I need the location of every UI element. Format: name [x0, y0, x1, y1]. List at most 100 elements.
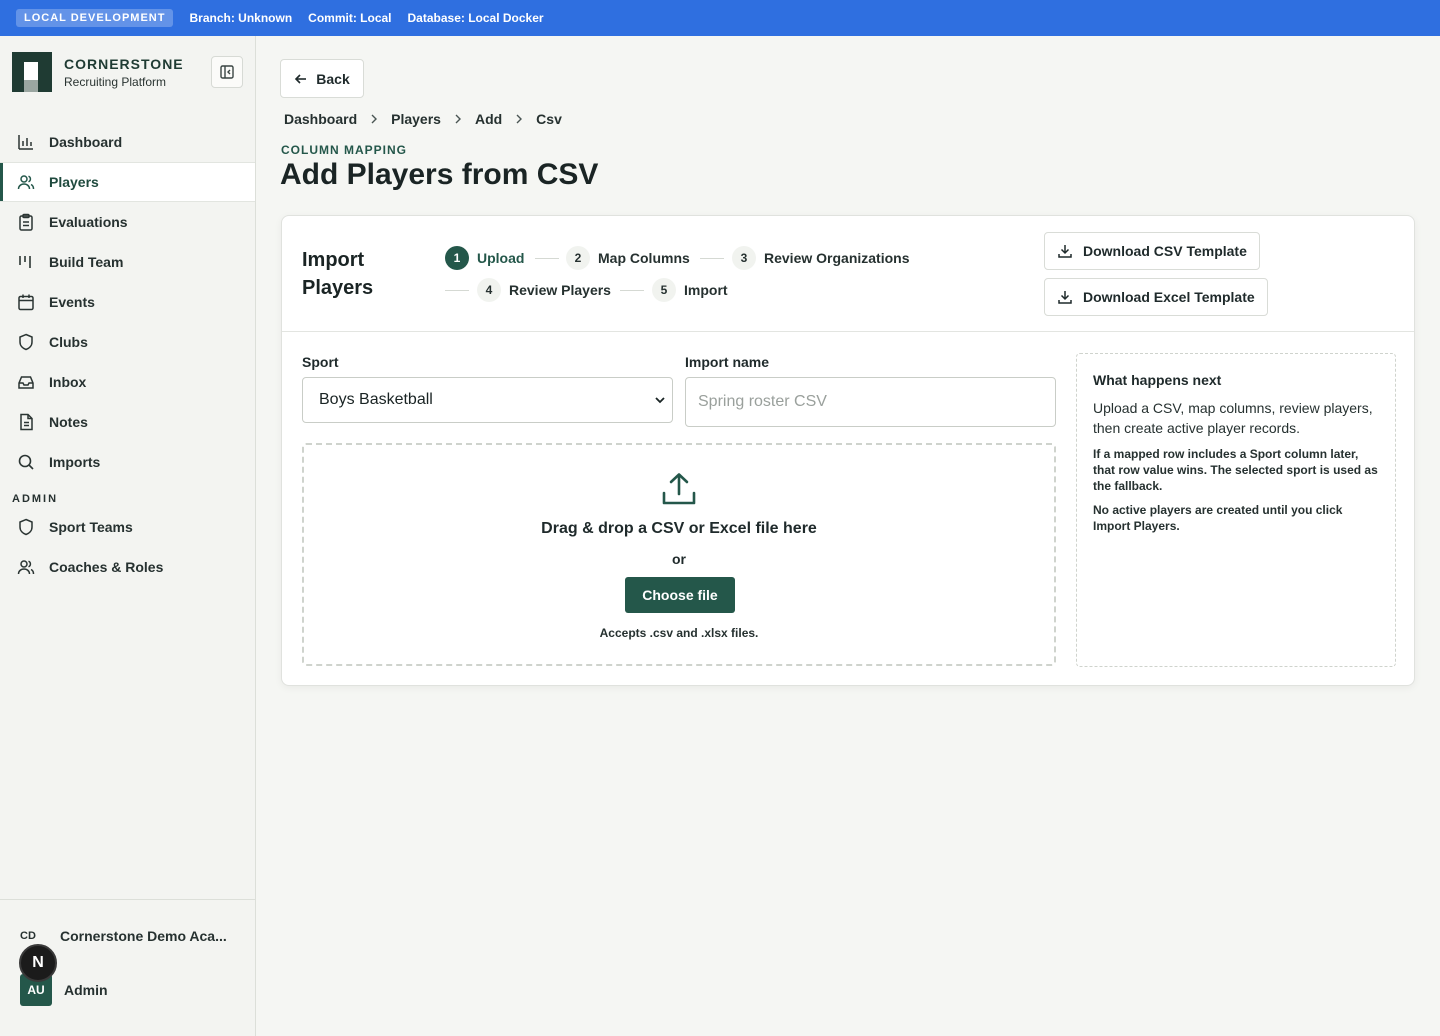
import-card-title: Import Players	[302, 249, 374, 299]
download-excel-template-button[interactable]: Download Excel Template	[1044, 278, 1268, 316]
step-review-players[interactable]: 4 Review Players	[477, 278, 611, 302]
breadcrumb-players[interactable]: Players	[391, 111, 441, 127]
page-title: Add Players from CSV	[280, 158, 599, 191]
sidebar-item-evaluations[interactable]: Evaluations	[0, 202, 255, 242]
step-connector	[445, 290, 469, 291]
main-nav: Dashboard Players Evaluations Build Team…	[0, 122, 255, 587]
sidebar-item-clubs[interactable]: Clubs	[0, 322, 255, 362]
shield-icon	[19, 333, 33, 351]
page-eyebrow: COLUMN MAPPING	[281, 143, 407, 157]
users-icon	[17, 175, 35, 190]
step-number: 4	[477, 278, 501, 302]
sport-select[interactable]: Boys Basketball	[302, 377, 673, 423]
dropzone-or: or	[672, 551, 686, 567]
step-label: Import	[684, 282, 728, 298]
sidebar-item-build-team[interactable]: Build Team	[0, 242, 255, 282]
sport-label: Sport	[302, 354, 339, 370]
sidebar-item-imports[interactable]: Imports	[0, 442, 255, 482]
sidebar-item-coaches-roles[interactable]: Coaches & Roles	[0, 547, 255, 587]
step-number: 1	[445, 246, 469, 270]
sidebar-collapse-icon	[220, 65, 234, 79]
breadcrumb-dashboard[interactable]: Dashboard	[284, 111, 357, 127]
step-number: 3	[732, 246, 756, 270]
user-name: Admin	[64, 982, 108, 998]
database-info: Database: Local Docker	[407, 11, 544, 25]
download-icon	[1058, 245, 1072, 258]
brand-name: CORNERSTONE	[64, 55, 184, 72]
brand-subtitle: Recruiting Platform	[64, 74, 167, 89]
users-icon	[17, 560, 35, 575]
dev-environment-banner: LOCAL DEVELOPMENT Branch: Unknown Commit…	[0, 0, 1440, 36]
step-connector	[620, 290, 644, 291]
org-name: Cornerstone Demo Aca...	[60, 928, 227, 944]
step-label: Review Organizations	[764, 250, 910, 266]
calendar-icon	[18, 294, 34, 311]
import-name-label: Import name	[685, 354, 770, 370]
chevron-right-icon	[371, 114, 378, 124]
chevron-down-icon	[655, 397, 665, 404]
back-label: Back	[316, 70, 350, 87]
sidebar-item-label: Notes	[49, 414, 88, 430]
organization-switcher[interactable]: CD Cornerstone Demo Aca...	[20, 928, 227, 944]
branch-info: Branch: Unknown	[189, 11, 293, 25]
sidebar: CORNERSTONE Recruiting Platform Dashboar…	[0, 36, 256, 1036]
sidebar-item-label: Evaluations	[49, 214, 128, 230]
sidebar-item-label: Inbox	[49, 374, 87, 390]
step-label: Review Players	[509, 282, 611, 298]
step-import[interactable]: 5 Import	[652, 278, 728, 302]
dropzone-note: Accepts .csv and .xlsx files.	[599, 626, 759, 640]
import-name-input[interactable]: Spring roster CSV	[685, 377, 1056, 427]
sidebar-item-players[interactable]: Players	[0, 162, 255, 202]
sidebar-item-inbox[interactable]: Inbox	[0, 362, 255, 402]
next-title: What happens next	[1093, 372, 1222, 388]
document-icon	[20, 413, 33, 431]
step-map-columns[interactable]: 2 Map Columns	[566, 246, 690, 270]
step-connector	[700, 258, 724, 259]
sidebar-item-label: Coaches & Roles	[49, 559, 164, 575]
search-icon	[18, 454, 34, 470]
download-icon	[1058, 291, 1072, 304]
collapse-sidebar-button[interactable]	[211, 56, 243, 88]
import-card-header: Import Players 1 Upload 2 Map Columns 3 …	[282, 216, 1414, 332]
sidebar-item-label: Build Team	[49, 254, 124, 270]
next-sport-note: If a mapped row includes a Sport column …	[1093, 447, 1378, 493]
step-connector	[535, 258, 559, 259]
env-badge: LOCAL DEVELOPMENT	[16, 9, 174, 27]
clipboard-icon	[19, 213, 33, 231]
sidebar-item-label: Imports	[49, 454, 101, 470]
shield-icon	[19, 518, 33, 536]
sidebar-item-label: Dashboard	[49, 134, 123, 150]
download-csv-label: Download CSV Template	[1083, 243, 1247, 259]
sidebar-item-notes[interactable]: Notes	[0, 402, 255, 442]
chevron-right-icon	[455, 114, 461, 124]
commit-info: Commit: Local	[308, 11, 392, 25]
step-label: Map Columns	[598, 250, 690, 266]
arrow-left-icon	[295, 73, 307, 84]
next-summary: Upload a CSV, map columns, review player…	[1093, 400, 1373, 436]
sidebar-item-events[interactable]: Events	[0, 282, 255, 322]
org-abbreviation: CD	[20, 930, 36, 942]
choose-file-button[interactable]: Choose file	[625, 577, 735, 613]
download-excel-label: Download Excel Template	[1083, 289, 1255, 305]
step-review-organizations[interactable]: 3 Review Organizations	[732, 246, 909, 270]
download-csv-template-button[interactable]: Download CSV Template	[1044, 232, 1260, 270]
step-label: Upload	[477, 250, 525, 266]
step-upload[interactable]: 1 Upload	[445, 246, 524, 270]
sidebar-item-dashboard[interactable]: Dashboard	[0, 122, 255, 162]
breadcrumb-add[interactable]: Add	[475, 111, 502, 127]
nav-section-admin: ADMIN	[12, 493, 59, 505]
dev-tools-badge[interactable]: N	[19, 944, 57, 982]
bars-icon	[19, 256, 31, 268]
sidebar-item-sport-teams[interactable]: Sport Teams	[0, 507, 255, 547]
brand[interactable]: CORNERSTONE Recruiting Platform	[12, 52, 184, 92]
sidebar-item-label: Players	[49, 174, 99, 190]
step-number: 2	[566, 246, 590, 270]
sidebar-item-label: Clubs	[49, 334, 88, 350]
breadcrumb: Dashboard Players Add Csv	[284, 111, 562, 127]
sport-selected-value: Boys Basketball	[319, 391, 433, 408]
file-dropzone[interactable]: Drag & drop a CSV or Excel file here or …	[302, 443, 1056, 666]
dropzone-title: Drag & drop a CSV or Excel file here	[541, 520, 817, 537]
brand-logo	[12, 52, 52, 92]
step-number: 5	[652, 278, 676, 302]
back-button[interactable]: Back	[280, 59, 364, 98]
